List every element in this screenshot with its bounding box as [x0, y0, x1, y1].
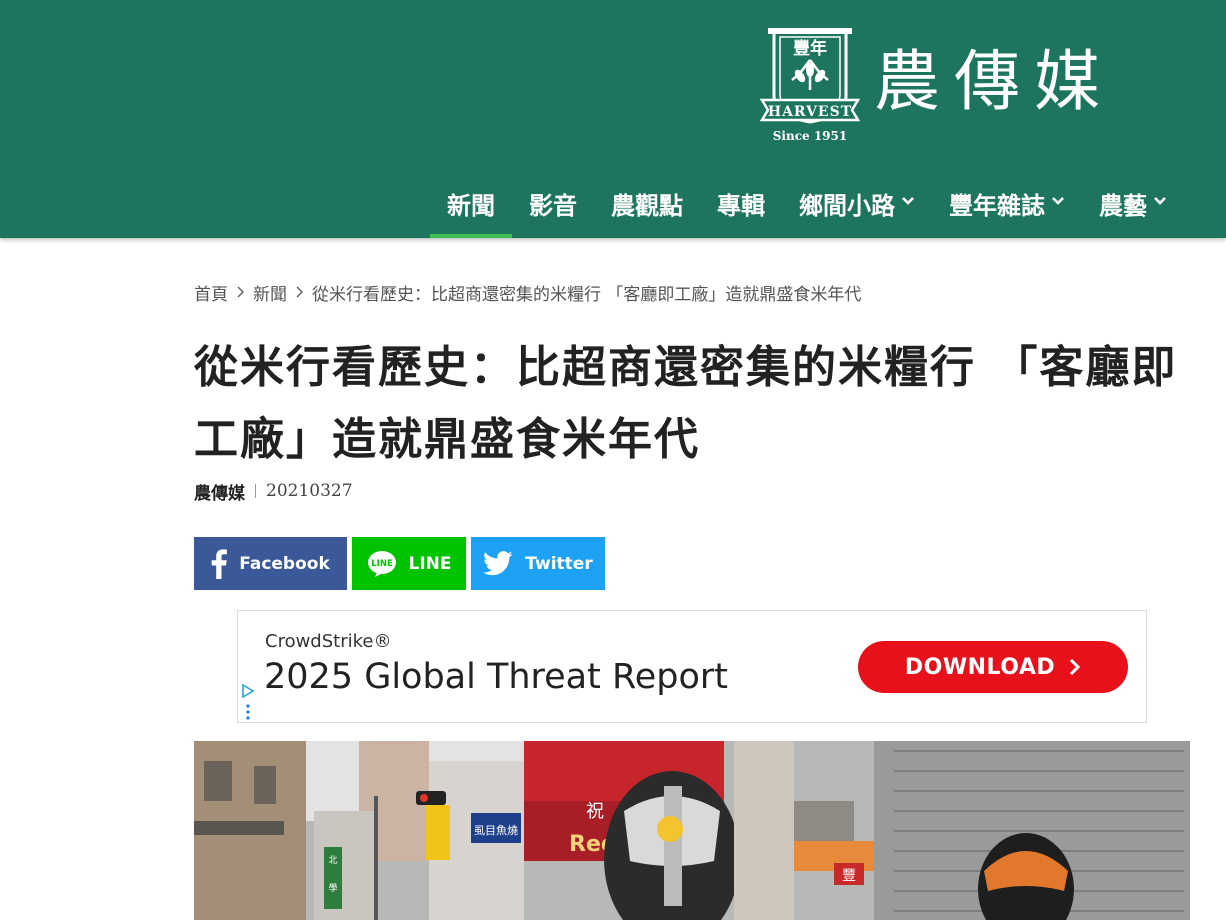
photo-sign-milkfish: 虱目魚燒 [474, 823, 518, 837]
chevron-down-icon [1052, 197, 1064, 205]
article-hero-photo: Red 祝 虱目魚燒 北 學 豐 [194, 741, 1190, 920]
nav-item-news[interactable]: 新聞 [430, 170, 512, 238]
chevron-down-icon [902, 197, 914, 205]
chevron-right-icon [237, 286, 245, 298]
ad-options-icon[interactable] [246, 704, 250, 720]
nav-item-opinion[interactable]: 農觀點 [594, 170, 700, 238]
emblem-since: Since 1951 [773, 129, 847, 143]
share-facebook-button[interactable]: Facebook [194, 537, 347, 590]
nav-item-label: 專輯 [717, 192, 765, 220]
article-author[interactable]: 農傳媒 [194, 479, 245, 504]
photo-sign-congrats: 祝 [586, 801, 604, 822]
share-line-button[interactable]: LINE LINE [352, 537, 466, 590]
logo-brand-text: 農傳媒 [874, 43, 1114, 120]
share-twitter-label: Twitter [525, 553, 593, 574]
breadcrumb-current: 從米行看歷史：比超商還密集的米糧行 「客廳即工廠」造就鼎盛食米年代 [312, 284, 862, 305]
photo-sign-study: 學 [328, 882, 337, 894]
share-facebook-label: Facebook [239, 553, 330, 574]
nav-item-label: 農藝 [1099, 192, 1147, 220]
meta-divider [255, 484, 256, 498]
nav-item-label: 豐年雜誌 [949, 192, 1045, 220]
ad-headline: 2025 Global Threat Report [264, 657, 729, 697]
nav-item-agronomy[interactable]: 農藝 [1082, 170, 1184, 238]
street-photo-illustration: Red 祝 虱目魚燒 北 學 豐 [194, 741, 1190, 920]
site-header: 豐年 HARVEST Since 1951 農傳媒 新聞 影音 農觀點 專輯 鄉… [0, 0, 1226, 238]
emblem-word: HARVEST [768, 104, 852, 120]
photo-sign-harvest: 豐 [842, 868, 856, 884]
article-title: 從米行看歷史：比超商還密集的米糧行 「客廳即工廠」造就鼎盛食米年代 [194, 342, 1178, 465]
ad-download-button[interactable]: DOWNLOAD [858, 641, 1128, 693]
line-icon: LINE [367, 550, 396, 577]
nav-item-country-road[interactable]: 鄉間小路 [782, 170, 932, 238]
chevron-right-icon [296, 286, 304, 298]
breadcrumb: 首頁 新聞 從米行看歷史：比超商還密集的米糧行 「客廳即工廠」造就鼎盛食米年代 [194, 280, 862, 305]
article-date: 20210327 [266, 481, 353, 501]
facebook-icon [211, 548, 228, 579]
site-logo[interactable]: 豐年 HARVEST Since 1951 農傳媒 [760, 24, 1150, 148]
breadcrumb-section-link[interactable]: 新聞 [253, 280, 287, 305]
share-bar: Facebook LINE LINE Twitter [194, 537, 610, 590]
nav-item-features[interactable]: 專輯 [700, 170, 782, 238]
nav-item-harvest-magazine[interactable]: 豐年雜誌 [932, 170, 1082, 238]
main-nav: 新聞 影音 農觀點 專輯 鄉間小路 豐年雜誌 農藝 [430, 170, 1184, 238]
nav-item-label: 鄉間小路 [799, 192, 895, 220]
line-icon-text: LINE [371, 559, 393, 569]
adchoices-icon[interactable] [241, 684, 255, 698]
chevron-down-icon [1154, 197, 1166, 205]
share-line-label: LINE [408, 553, 452, 574]
emblem-top-text: 豐年 [793, 38, 827, 59]
breadcrumb-home-link[interactable]: 首頁 [194, 280, 228, 305]
nav-item-video[interactable]: 影音 [512, 170, 594, 238]
harvest-emblem-icon: 豐年 HARVEST Since 1951 [760, 28, 860, 143]
twitter-icon [483, 551, 513, 576]
nav-item-label: 影音 [529, 192, 577, 220]
share-twitter-button[interactable]: Twitter [471, 537, 605, 590]
ad-cta-label: DOWNLOAD [904, 654, 1056, 680]
ad-banner[interactable]: CrowdStrike® 2025 Global Threat Report D… [237, 610, 1147, 723]
nav-item-label: 農觀點 [611, 192, 683, 220]
article-meta: 農傳媒 20210327 [194, 479, 353, 504]
nav-item-label: 新聞 [447, 192, 495, 220]
photo-sign-north: 北 [328, 855, 337, 866]
ad-brand: CrowdStrike® [265, 631, 392, 652]
chevron-right-icon [1070, 658, 1081, 676]
